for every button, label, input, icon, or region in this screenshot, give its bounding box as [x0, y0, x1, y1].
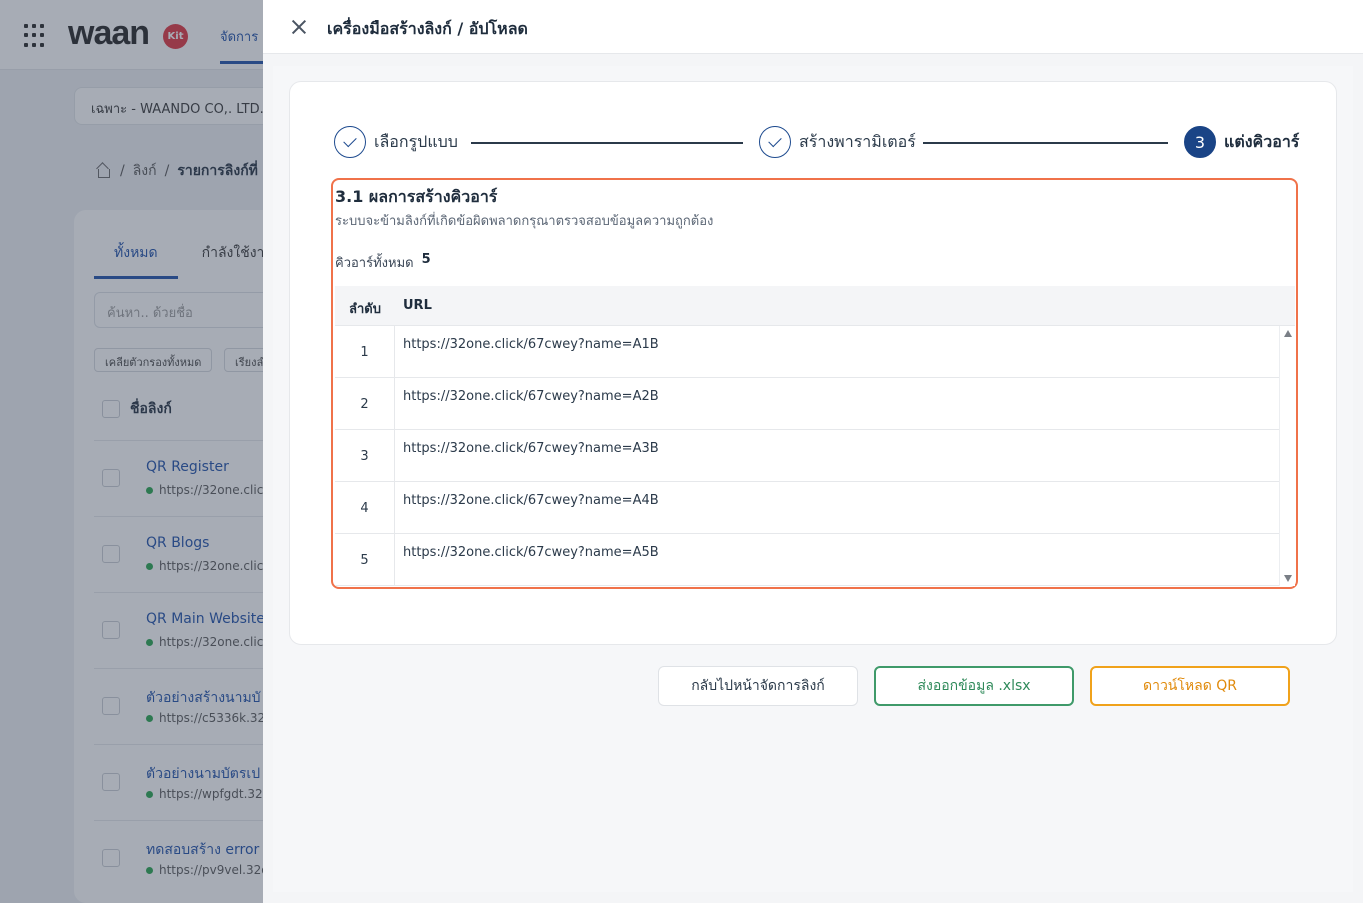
drawer-body: เลือกรูปแบบ สร้างพารามิเตอร์ 3 แต่งคิวอา…: [273, 66, 1353, 892]
step-label: แต่งคิวอาร์: [1224, 131, 1300, 151]
row-number: 2: [335, 378, 395, 430]
step-connector: [923, 142, 1168, 144]
section-title: 3.1 ผลการสร้างคิวอาร์: [335, 187, 498, 206]
table-row: 1 https://32one.click/67cwey?name=A1B: [335, 326, 1279, 378]
table-scrollbar[interactable]: [1279, 326, 1295, 586]
row-url: https://32one.click/67cwey?name=A2B: [403, 389, 659, 404]
scroll-down-icon[interactable]: [1284, 575, 1292, 582]
wizard-card: เลือกรูปแบบ สร้างพารามิเตอร์ 3 แต่งคิวอา…: [289, 81, 1337, 645]
step-done-circle: [334, 126, 366, 158]
row-url: https://32one.click/67cwey?name=A5B: [403, 545, 659, 560]
close-icon[interactable]: [289, 17, 309, 37]
qr-count: คิวอาร์ทั้งหมด 5: [335, 252, 431, 273]
download-qr-button[interactable]: ดาวน์โหลด QR: [1090, 666, 1290, 706]
table-row: 2 https://32one.click/67cwey?name=A2B: [335, 378, 1279, 430]
drawer-header: เครื่องมือสร้างลิงก์ / อัปโหลด: [263, 0, 1363, 54]
check-icon: [768, 133, 782, 148]
step-label: สร้างพารามิเตอร์: [799, 131, 916, 151]
column-header-no: ลำดับ: [349, 302, 381, 317]
row-number: 5: [335, 534, 395, 586]
table-row: 4 https://32one.click/67cwey?name=A4B: [335, 482, 1279, 534]
table-header: ลำดับ URL: [335, 286, 1295, 326]
row-url: https://32one.click/67cwey?name=A1B: [403, 337, 659, 352]
check-icon: [343, 133, 357, 148]
qr-result-panel: 3.1 ผลการสร้างคิวอาร์ ระบบจะข้ามลิงก์ที่…: [331, 178, 1298, 589]
table-row: 3 https://32one.click/67cwey?name=A3B: [335, 430, 1279, 482]
column-header-url: URL: [403, 298, 432, 313]
row-number: 4: [335, 482, 395, 534]
link-tool-drawer: เครื่องมือสร้างลิงก์ / อัปโหลด เลือกรูปแ…: [263, 0, 1363, 903]
qr-count-label: คิวอาร์ทั้งหมด: [335, 256, 414, 271]
export-xlsx-button[interactable]: ส่งออกข้อมูล .xlsx: [874, 666, 1074, 706]
row-url: https://32one.click/67cwey?name=A4B: [403, 493, 659, 508]
table-body[interactable]: 1 https://32one.click/67cwey?name=A1B 2 …: [335, 326, 1279, 586]
qr-count-value: 5: [421, 252, 431, 267]
scroll-up-icon[interactable]: [1284, 330, 1292, 337]
back-to-links-button[interactable]: กลับไปหน้าจัดการลิงก์: [658, 666, 858, 706]
step-active-circle: 3: [1184, 126, 1216, 158]
row-number: 3: [335, 430, 395, 482]
step-connector: [471, 142, 743, 144]
step-done-circle: [759, 126, 791, 158]
drawer-title: เครื่องมือสร้างลิงก์ / อัปโหลด: [327, 19, 528, 38]
step-label: เลือกรูปแบบ: [374, 131, 458, 151]
step-customize-qr: 3 แต่งคิวอาร์: [1184, 126, 1299, 158]
row-number: 1: [335, 326, 395, 378]
step-select-format: เลือกรูปแบบ: [334, 126, 458, 158]
step-create-params: สร้างพารามิเตอร์: [759, 126, 916, 158]
table-row: 5 https://32one.click/67cwey?name=A5B: [335, 534, 1279, 586]
section-description: ระบบจะข้ามลิงก์ที่เกิดข้อผิดพลาดกรุณาตรว…: [335, 214, 714, 229]
row-url: https://32one.click/67cwey?name=A3B: [403, 441, 659, 456]
qr-table: ลำดับ URL 1 https://32one.click/67cwey?n…: [335, 286, 1295, 586]
